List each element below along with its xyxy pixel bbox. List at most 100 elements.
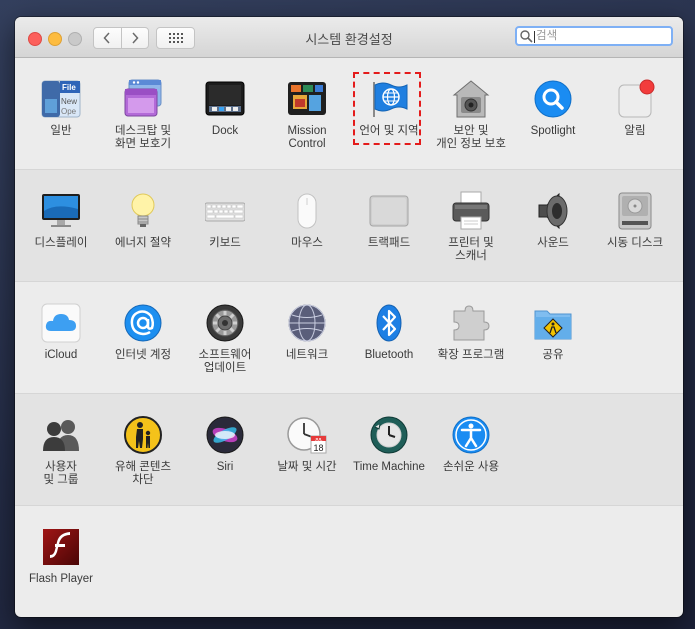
svg-text:JUL: JUL	[315, 436, 323, 441]
pref-spotlight-label: Spotlight	[530, 125, 576, 137]
system-preferences-window: 시스템 환경설정 File New Ope	[15, 17, 683, 617]
pref-energy-saver-label: 에너지 절약	[114, 237, 172, 249]
pref-mouse[interactable]: 마우스	[267, 191, 347, 250]
pref-keyboard-label: 키보드	[209, 237, 241, 249]
pref-bluetooth[interactable]: Bluetooth	[349, 303, 429, 362]
siri-icon	[205, 415, 245, 455]
network-icon	[287, 303, 327, 343]
startup-disk-icon	[615, 191, 655, 231]
pref-users-groups[interactable]: 사용자 및 그룹	[21, 415, 101, 487]
svg-text:18: 18	[313, 443, 323, 453]
svg-text:File: File	[62, 83, 76, 92]
section-personal: File New Ope 일반 데스크탑 및 화면 보호기 Dock Missi…	[15, 58, 683, 170]
keyboard-icon	[204, 191, 246, 231]
pref-desktop-screensaver-label: 데스크탑 및 화면 보호기	[114, 125, 172, 150]
notifications-icon	[615, 79, 655, 119]
pref-displays[interactable]: 디스플레이	[21, 191, 101, 250]
time-machine-icon	[369, 415, 409, 455]
pref-desktop-screensaver[interactable]: 데스크탑 및 화면 보호기	[103, 79, 183, 151]
pref-parental-controls-label: 유해 콘텐츠 차단	[114, 461, 172, 486]
section-internet-wireless: iCloud 인터넷 계정 소프트웨어 업데이트 네트워크 Bluetooth …	[15, 282, 683, 394]
pref-internet-accounts-label: 인터넷 계정	[114, 349, 172, 361]
search-field[interactable]	[515, 26, 673, 46]
pref-internet-accounts[interactable]: 인터넷 계정	[103, 303, 183, 362]
users-groups-icon	[41, 415, 81, 455]
sharing-icon	[533, 303, 573, 343]
pref-mission-control[interactable]: Mission Control	[267, 79, 347, 151]
pref-software-update[interactable]: 소프트웨어 업데이트	[185, 303, 265, 375]
pref-sharing[interactable]: 공유	[513, 303, 593, 362]
pref-energy-saver[interactable]: 에너지 절약	[103, 191, 183, 250]
pref-flash-player[interactable]: Flash Player	[21, 527, 101, 586]
section-other: Flash Player	[15, 506, 683, 617]
extensions-icon	[451, 303, 491, 343]
pref-accessibility-label: 손쉬운 사용	[442, 461, 500, 473]
pref-security-privacy-label: 보안 및 개인 정보 보호	[436, 125, 506, 150]
accessibility-icon	[451, 415, 491, 455]
pref-flash-player-label: Flash Player	[29, 573, 93, 585]
pref-spotlight[interactable]: Spotlight	[513, 79, 593, 138]
pref-general[interactable]: File New Ope 일반	[21, 79, 101, 138]
mission-control-icon	[287, 79, 327, 119]
pref-dock-label: Dock	[211, 125, 239, 137]
svg-text:Ope: Ope	[61, 107, 77, 116]
section-system: 사용자 및 그룹 유해 콘텐츠 차단 Siri JUL 18 날짜 및 시간 T…	[15, 394, 683, 506]
pref-dock[interactable]: Dock	[185, 79, 265, 138]
pref-trackpad-label: 트랙패드	[367, 237, 411, 249]
pref-displays-label: 디스플레이	[34, 237, 88, 249]
pref-extensions-label: 확장 프로그램	[437, 349, 505, 361]
general-icon: File New Ope	[41, 79, 81, 119]
displays-icon	[41, 191, 81, 231]
pref-sound[interactable]: 사운드	[513, 191, 593, 250]
pref-security-privacy[interactable]: 보안 및 개인 정보 보호	[431, 79, 511, 151]
sound-icon	[533, 191, 573, 231]
text-cursor	[534, 31, 535, 43]
date-time-icon: JUL 18	[287, 415, 327, 455]
search-icon	[520, 30, 533, 43]
icloud-icon	[41, 303, 81, 343]
energy-saver-icon	[123, 191, 163, 231]
pref-general-label: 일반	[50, 125, 72, 137]
pref-startup-disk-label: 시동 디스크	[606, 237, 664, 249]
software-update-icon	[205, 303, 245, 343]
pref-accessibility[interactable]: 손쉬운 사용	[431, 415, 511, 474]
trackpad-icon	[369, 191, 409, 231]
title-bar: 시스템 환경설정	[15, 17, 683, 58]
spotlight-icon	[533, 79, 573, 119]
pref-siri-label: Siri	[216, 461, 234, 473]
pref-printers-scanners-label: 프린터 및 스캐너	[448, 237, 494, 262]
pref-network[interactable]: 네트워크	[267, 303, 347, 362]
pref-startup-disk[interactable]: 시동 디스크	[595, 191, 675, 250]
pref-network-label: 네트워크	[285, 349, 329, 361]
svg-text:New: New	[61, 97, 77, 106]
pref-date-time[interactable]: JUL 18 날짜 및 시간	[267, 415, 347, 474]
pref-users-groups-label: 사용자 및 그룹	[43, 461, 79, 486]
pref-date-time-label: 날짜 및 시간	[277, 461, 337, 473]
pref-sharing-label: 공유	[542, 349, 564, 361]
security-privacy-icon	[451, 79, 491, 119]
pref-notifications-label: 알림	[624, 125, 646, 137]
pref-parental-controls[interactable]: 유해 콘텐츠 차단	[103, 415, 183, 487]
pref-time-machine[interactable]: Time Machine	[349, 415, 429, 474]
pref-icloud[interactable]: iCloud	[21, 303, 101, 362]
pref-time-machine-label: Time Machine	[353, 461, 425, 473]
search-input[interactable]	[536, 29, 666, 43]
pref-printers-scanners[interactable]: 프린터 및 스캐너	[431, 191, 511, 263]
pref-trackpad[interactable]: 트랙패드	[349, 191, 429, 250]
section-hardware: 디스플레이 에너지 절약 키보드 마우스 트랙패드 프린터 및 스캐너 사운드 …	[15, 170, 683, 282]
desktop-screensaver-icon	[123, 79, 163, 119]
pref-extensions[interactable]: 확장 프로그램	[431, 303, 511, 362]
pref-notifications[interactable]: 알림	[595, 79, 675, 138]
pref-mouse-label: 마우스	[291, 237, 323, 249]
pref-keyboard[interactable]: 키보드	[185, 191, 265, 250]
dock-icon	[205, 79, 245, 119]
pref-siri[interactable]: Siri	[185, 415, 265, 474]
pref-software-update-label: 소프트웨어 업데이트	[198, 349, 252, 374]
flash-player-icon	[41, 527, 81, 567]
pref-bluetooth-label: Bluetooth	[364, 349, 414, 361]
bluetooth-icon	[369, 303, 409, 343]
printers-scanners-icon	[451, 191, 491, 231]
pref-icloud-label: iCloud	[44, 349, 78, 361]
internet-accounts-icon	[123, 303, 163, 343]
pref-sound-label: 사운드	[537, 237, 569, 249]
